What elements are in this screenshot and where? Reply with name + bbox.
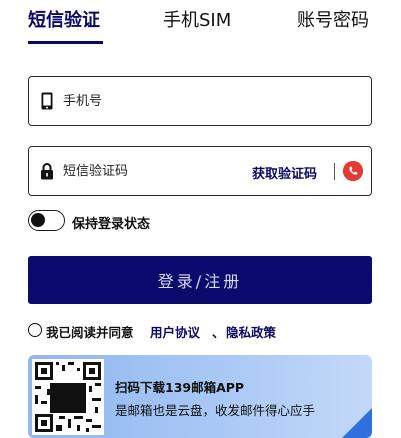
voice-code-icon[interactable] xyxy=(343,161,363,181)
banner-corner-decoration xyxy=(342,408,372,438)
login-tabs: 短信验证 手机SIM 账号密码 xyxy=(0,0,401,48)
agreement-text: 我已阅读并同意 xyxy=(46,325,134,340)
sms-code-field[interactable]: 获取验证码 xyxy=(28,146,372,196)
banner-title: 扫码下载139邮箱APP xyxy=(115,380,245,395)
phone-input[interactable] xyxy=(63,87,353,115)
agreement-checkbox[interactable] xyxy=(28,323,42,337)
get-code-button[interactable]: 获取验证码 xyxy=(252,163,317,182)
privacy-policy-link[interactable]: 隐私政策 xyxy=(226,322,276,341)
sms-code-input[interactable] xyxy=(63,157,238,185)
lock-icon xyxy=(39,162,55,180)
login-register-button[interactable]: 登录/注册 xyxy=(28,256,372,304)
tab-sms-verify[interactable]: 短信验证 xyxy=(28,9,100,33)
tab-account-password[interactable]: 账号密码 xyxy=(297,9,369,33)
phone-field[interactable] xyxy=(28,76,372,126)
phone-icon xyxy=(39,92,55,110)
agreement-separator: 、 xyxy=(212,325,225,340)
active-tab-indicator xyxy=(28,41,103,44)
toggle-knob xyxy=(31,213,45,227)
remember-login-toggle[interactable] xyxy=(28,210,65,231)
remember-login-label: 保持登录状态 xyxy=(72,217,151,232)
qr-code-graphic xyxy=(32,359,104,435)
banner-subtitle: 是邮箱也是云盘，收发邮件得心应手 xyxy=(115,403,316,418)
tab-phone-sim[interactable]: 手机SIM xyxy=(163,9,231,33)
qr-code xyxy=(32,359,104,435)
app-download-banner[interactable]: 扫码下载139邮箱APP 是邮箱也是云盘，收发邮件得心应手 xyxy=(28,355,372,438)
field-divider xyxy=(334,163,335,180)
user-agreement-link[interactable]: 用户协议 xyxy=(150,322,200,341)
